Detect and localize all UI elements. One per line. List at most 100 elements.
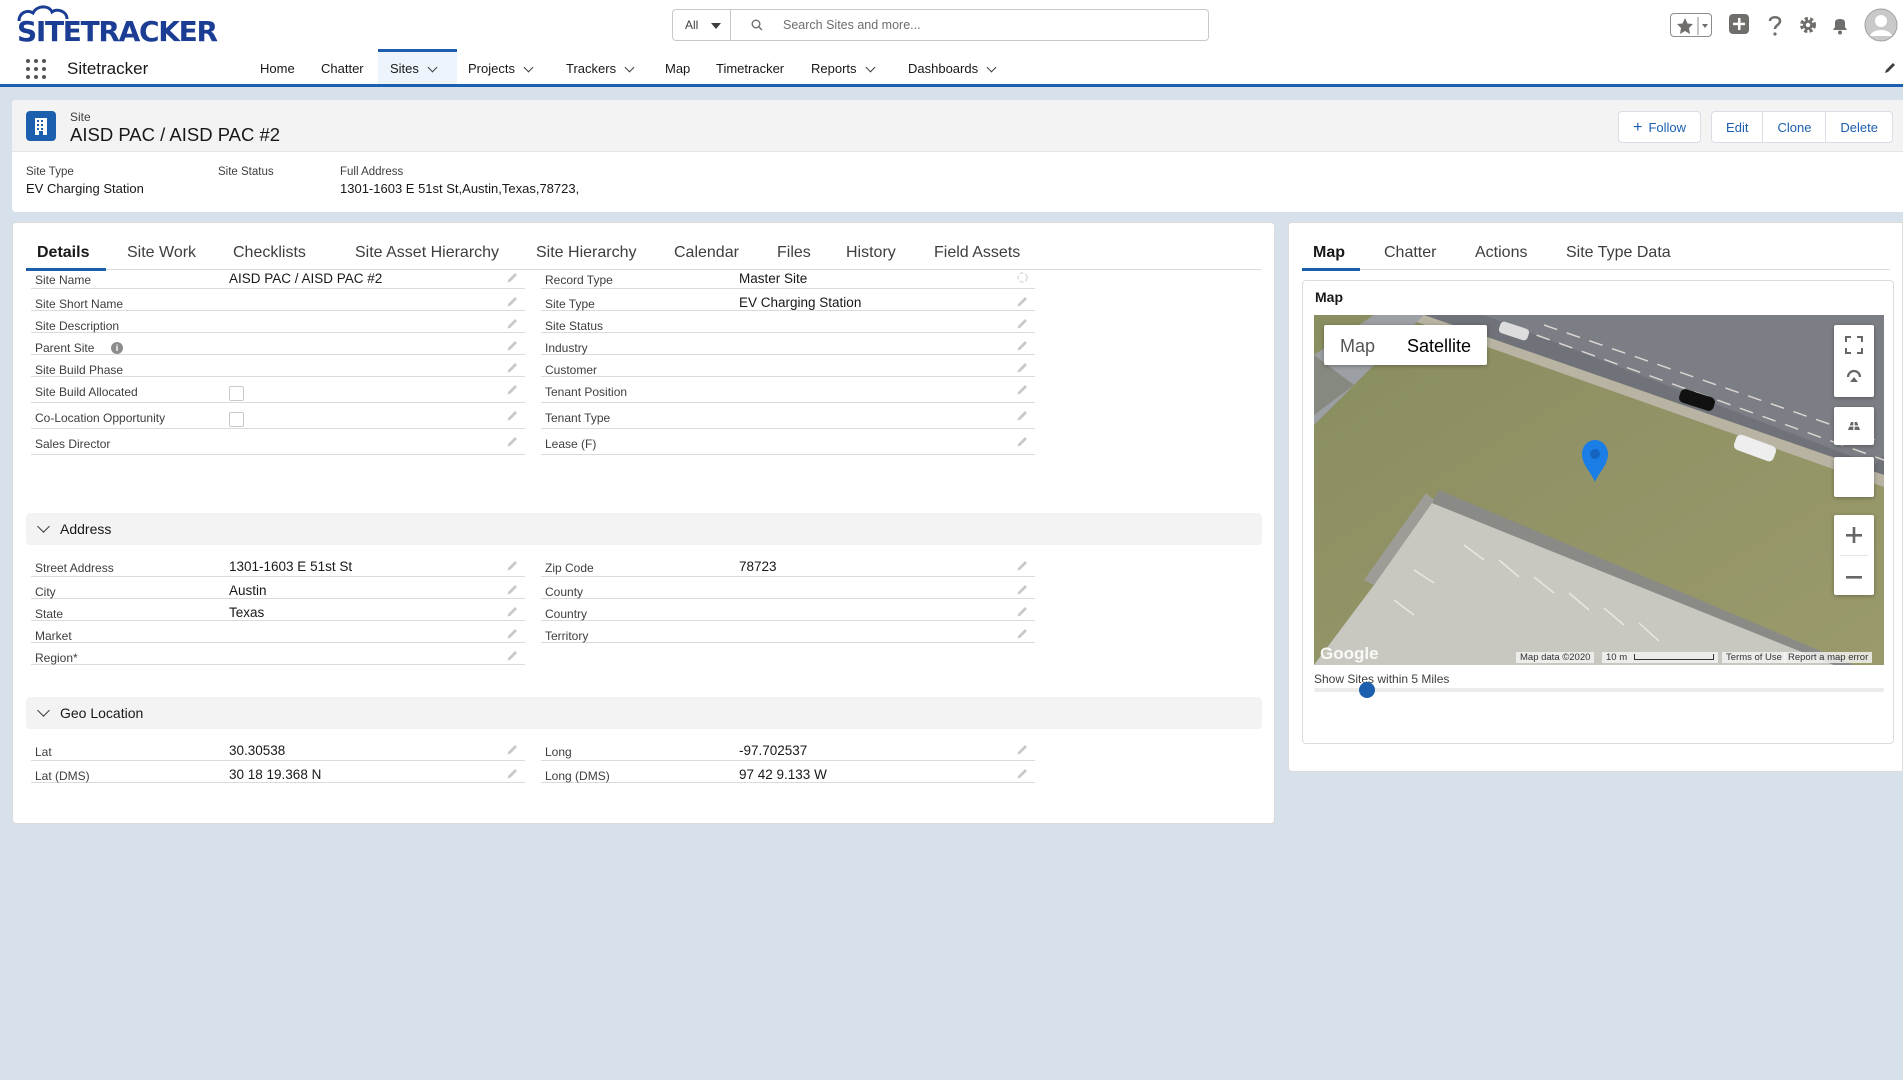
nav-item-dashboards[interactable]: Dashboards <box>908 49 997 84</box>
edit-pencil-icon[interactable] <box>506 271 519 287</box>
street-view-control[interactable] <box>1834 407 1874 445</box>
nav-item-sites[interactable]: Sites <box>378 49 457 84</box>
follow-button[interactable]: + Follow <box>1618 111 1702 143</box>
section-label: Geo Location <box>60 705 144 721</box>
nav-item-reports[interactable]: Reports <box>811 49 875 84</box>
tab-site-work[interactable]: Site Work <box>127 244 196 262</box>
clone-button[interactable]: Clone <box>1762 111 1827 143</box>
tab-calendar[interactable]: Calendar <box>674 244 739 262</box>
edit-pencil-icon[interactable] <box>1016 339 1029 355</box>
nav-item-trackers[interactable]: Trackers <box>566 49 635 84</box>
checkbox-co-location-opportunity[interactable] <box>229 412 244 427</box>
report-map-error-link[interactable]: Report a map error <box>1784 652 1873 663</box>
edit-pencil-icon[interactable] <box>1016 295 1029 311</box>
tab-label: Calendar <box>674 244 739 261</box>
tab-site-hierarchy[interactable]: Site Hierarchy <box>536 244 636 262</box>
sitetracker-logo[interactable]: SITETRACKER <box>15 3 220 47</box>
edit-pencil-icon[interactable] <box>506 767 519 783</box>
zoom-out-icon[interactable] <box>1844 567 1864 587</box>
chevron-down-icon[interactable] <box>624 62 635 73</box>
info-icon[interactable]: i <box>111 342 123 354</box>
app-launcher-icon[interactable] <box>26 59 46 79</box>
edit-pencil-icon[interactable] <box>1016 605 1029 621</box>
nav-item-map[interactable]: Map <box>665 49 690 84</box>
radius-slider-track[interactable] <box>1314 688 1884 692</box>
edit-pencil-icon[interactable] <box>506 339 519 355</box>
tab-files[interactable]: Files <box>777 244 811 262</box>
edit-pencil-icon[interactable] <box>506 295 519 311</box>
edit-pencil-icon[interactable] <box>506 383 519 399</box>
edit-pencil-icon[interactable] <box>1016 317 1029 333</box>
global-actions-button[interactable] <box>1728 13 1750 38</box>
satellite-map[interactable]: Google Map Satellite Map data ©2020 10 m… <box>1314 315 1884 665</box>
map-type-map-button[interactable]: Map <box>1324 325 1391 365</box>
chevron-down-icon[interactable] <box>986 62 997 73</box>
edit-nav-pencil-icon[interactable] <box>1883 61 1897 75</box>
edit-pencil-icon[interactable] <box>506 605 519 621</box>
edit-pencil-icon[interactable] <box>506 649 519 665</box>
nav-item-home[interactable]: Home <box>260 49 295 84</box>
change-record-type-icon[interactable] <box>1016 271 1029 287</box>
chevron-down-icon[interactable] <box>865 62 875 73</box>
edit-pencil-icon[interactable] <box>506 317 519 333</box>
edit-pencil-icon[interactable] <box>1016 383 1029 399</box>
delete-button[interactable]: Delete <box>1825 111 1893 143</box>
checkbox-site-build-allocated[interactable] <box>229 386 244 401</box>
field-row-lease-f: Lease (F) <box>541 429 1035 455</box>
tab-site-asset-hierarchy[interactable]: Site Asset Hierarchy <box>355 244 499 262</box>
tab-site-type-data[interactable]: Site Type Data <box>1566 244 1671 262</box>
nav-item-projects[interactable]: Projects <box>468 49 534 84</box>
edit-button[interactable]: Edit <box>1711 111 1764 143</box>
zoom-in-icon[interactable] <box>1844 525 1864 545</box>
edit-pencil-icon[interactable] <box>1016 743 1029 759</box>
edit-pencil-icon[interactable] <box>1016 559 1029 575</box>
edit-pencil-icon[interactable] <box>1016 627 1029 643</box>
tab-field-assets[interactable]: Field Assets <box>934 244 1020 262</box>
tab-history[interactable]: History <box>846 244 896 262</box>
field-label: Lat <box>35 745 52 759</box>
tab-map[interactable]: Map <box>1313 244 1345 262</box>
edit-pencil-icon[interactable] <box>1016 583 1029 599</box>
tab-details[interactable]: Details <box>37 244 89 262</box>
edit-pencil-icon[interactable] <box>1016 361 1029 377</box>
fullscreen-icon[interactable] <box>1844 335 1864 355</box>
field-label: Site Build Phase <box>35 363 124 377</box>
edit-pencil-icon[interactable] <box>506 435 519 451</box>
tab-checklists[interactable]: Checklists <box>233 244 306 262</box>
edit-pencil-icon[interactable] <box>1016 767 1029 783</box>
tab-actions[interactable]: Actions <box>1475 244 1527 262</box>
terms-of-use-link[interactable]: Terms of Use <box>1722 652 1786 663</box>
tab-chatter[interactable]: Chatter <box>1384 244 1436 262</box>
setup-button[interactable] <box>1798 15 1818 38</box>
edit-pencil-icon[interactable] <box>1016 409 1029 425</box>
edit-pencil-icon[interactable] <box>506 743 519 759</box>
chevron-down-icon[interactable] <box>427 62 438 73</box>
report-text: Report a map error <box>1788 652 1869 663</box>
edit-pencil-icon[interactable] <box>506 361 519 377</box>
address-section-header[interactable]: Address <box>26 513 1262 545</box>
map-scale[interactable]: 10 m <box>1602 652 1718 663</box>
chevron-down-icon[interactable] <box>523 62 534 73</box>
map-type-satellite-button[interactable]: Satellite <box>1391 325 1487 365</box>
edit-pencil-icon[interactable] <box>506 583 519 599</box>
map-pin-icon[interactable] <box>1580 439 1610 483</box>
user-avatar[interactable] <box>1864 8 1898 45</box>
radius-slider-thumb[interactable] <box>1359 682 1375 698</box>
notifications-button[interactable] <box>1830 14 1850 39</box>
rotate-icon[interactable] <box>1844 367 1864 387</box>
record-header-top: Site AISD PAC / AISD PAC #2 + Follow Edit… <box>12 100 1903 152</box>
favorites-button[interactable] <box>1670 13 1712 37</box>
edit-pencil-icon[interactable] <box>1016 435 1029 451</box>
search-scope-dropdown[interactable]: All <box>673 10 731 40</box>
help-button[interactable] <box>1765 13 1785 40</box>
search-input[interactable] <box>783 15 1183 35</box>
pegman-control[interactable] <box>1834 457 1874 497</box>
edit-pencil-icon[interactable] <box>506 409 519 425</box>
map-data-attribution: Map data ©2020 <box>1516 652 1595 663</box>
nav-item-chatter[interactable]: Chatter <box>321 49 364 84</box>
highlight-site-type: Site Type EV Charging Station <box>26 166 144 196</box>
nav-item-timetracker[interactable]: Timetracker <box>716 49 784 84</box>
edit-pencil-icon[interactable] <box>506 627 519 643</box>
edit-pencil-icon[interactable] <box>506 559 519 575</box>
geo-location-section-header[interactable]: Geo Location <box>26 697 1262 729</box>
